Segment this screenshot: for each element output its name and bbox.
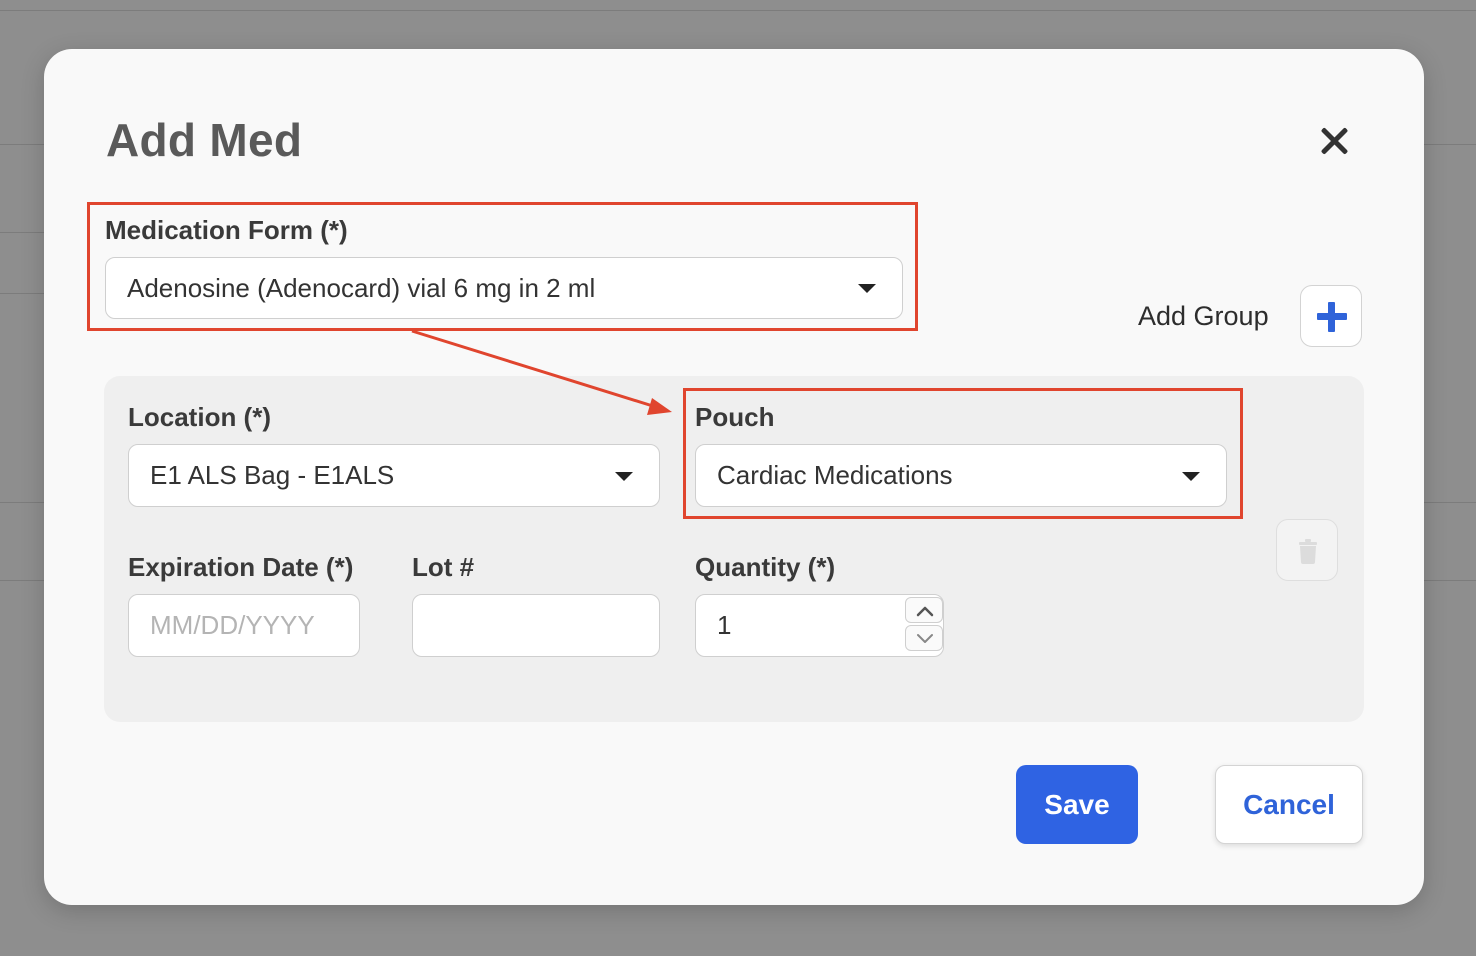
annotation-arrow xyxy=(411,329,672,415)
